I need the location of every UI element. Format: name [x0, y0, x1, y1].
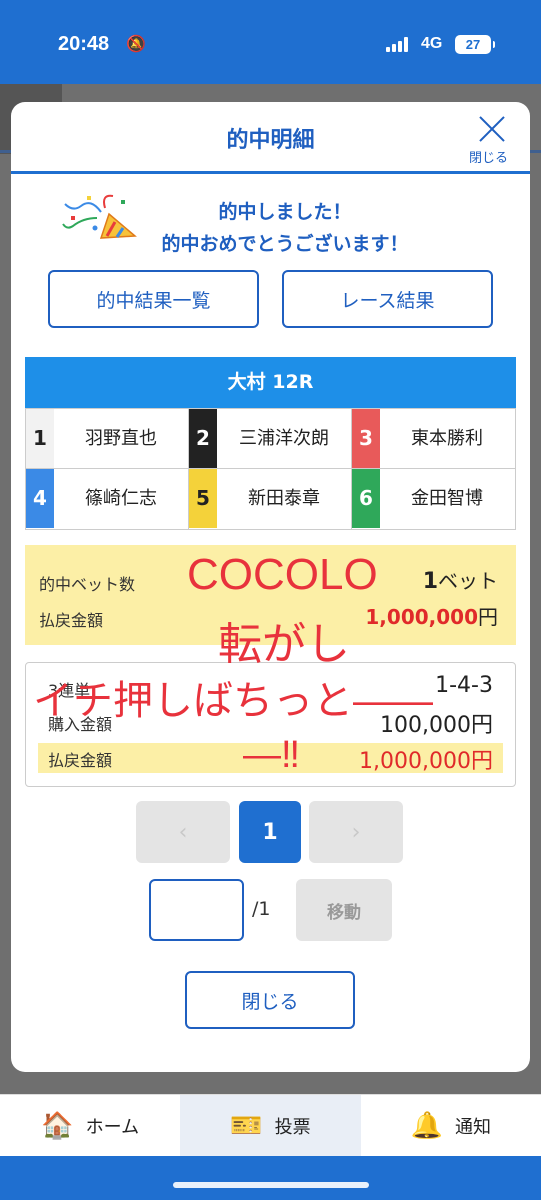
nav-home-label: ホーム: [85, 1116, 140, 1138]
close-label[interactable]: 閉じる: [469, 147, 508, 166]
current-page-button[interactable]: 1: [239, 801, 301, 863]
payout-amount: 1,000,000: [365, 605, 478, 629]
overlay-text-line2: 転がし: [218, 620, 350, 669]
hit-bets-unit: ベット: [438, 569, 498, 593]
racer-entry: 6 金田智博: [352, 469, 515, 529]
racer-name: 新田泰章: [248, 488, 320, 509]
hit-detail-modal: 的中明細 閉じる 的中しました！ 的中おめでとうございます！ 的中結果一覧 レー…: [11, 102, 530, 1072]
congrats-submessage: 的中おめでとうございます！: [161, 233, 409, 255]
payout-value: 1,000,000円: [365, 601, 498, 630]
overlay-text-line3: イチ押しばちっと――: [33, 679, 433, 723]
lane-number: 4: [26, 469, 54, 528]
hit-results-list-button[interactable]: 的中結果一覧: [48, 270, 259, 328]
modal-header: 的中明細 閉じる: [11, 102, 530, 174]
bottom-nav: 🏠 ホーム 🎫 投票 🔔 通知: [0, 1094, 541, 1156]
nav-notifications-label: 通知: [455, 1116, 491, 1138]
overlay-text-line4: ―‼: [243, 734, 300, 776]
hit-bets-label: 的中ベット数: [39, 575, 136, 594]
status-time: 20:48: [58, 33, 110, 55]
congrats-message: 的中しました！: [218, 201, 352, 223]
lane-number: 6: [352, 469, 380, 528]
racer-entry: 5 新田泰章: [189, 469, 352, 529]
overlay-text-line1: COCOLO: [187, 550, 378, 599]
hit-bets-value: 1ベット: [423, 565, 498, 594]
payout-unit: 円: [478, 605, 498, 629]
nav-home[interactable]: 🏠 ホーム: [0, 1095, 180, 1156]
racer-name: 篠崎仁志: [85, 488, 157, 509]
battery-icon: 27: [455, 35, 495, 54]
bet-combination: 1-4-3: [435, 673, 493, 698]
ticket-icon: 🎫: [230, 1110, 263, 1141]
party-popper-icon: [62, 194, 137, 239]
racer-entry: 2 三浦洋次朗: [189, 409, 352, 469]
network-type: 4G: [421, 35, 443, 52]
home-icon: 🏠: [41, 1110, 74, 1141]
prev-page-button[interactable]: ‹: [136, 801, 230, 863]
racer-entries: 1 羽野直也 2 三浦洋次朗 3 東本勝利 4 篠崎仁志 5 新田泰章 6 金田智博: [25, 408, 516, 530]
modal-title: 的中明細: [226, 128, 315, 153]
lane-number: 1: [26, 409, 54, 468]
lane-number: 2: [189, 409, 217, 468]
silent-bell-icon: 🔕: [126, 34, 146, 53]
home-bar: [0, 1156, 541, 1200]
racer-name: 金田智博: [411, 488, 483, 509]
nav-notifications[interactable]: 🔔 通知: [361, 1095, 541, 1156]
hit-bets-count: 1: [422, 569, 438, 594]
page-total: /1: [252, 898, 271, 920]
status-bar: 20:48 🔕 4G 27: [0, 0, 541, 84]
racer-name: 羽野直也: [85, 428, 157, 449]
racer-entry: 3 東本勝利: [352, 409, 515, 469]
racer-name: 三浦洋次朗: [239, 428, 329, 449]
detail-payout-label: 払戻金額: [48, 751, 113, 770]
signal-icon: [386, 36, 412, 52]
bell-icon: 🔔: [410, 1110, 443, 1141]
payout-label: 払戻金額: [39, 611, 104, 630]
detail-payout-value: 1,000,000円: [359, 749, 493, 774]
racer-name: 東本勝利: [411, 428, 483, 449]
racer-entry: 4 篠崎仁志: [26, 469, 189, 529]
race-title: 大村 12R: [25, 357, 516, 408]
race-results-button[interactable]: レース結果: [282, 270, 493, 328]
next-page-button[interactable]: ›: [309, 801, 403, 863]
nav-vote[interactable]: 🎫 投票: [180, 1095, 361, 1156]
nav-vote-label: 投票: [274, 1116, 311, 1138]
lane-number: 5: [189, 469, 217, 528]
lane-number: 3: [352, 409, 380, 468]
close-icon[interactable]: [477, 114, 507, 144]
page-number-input[interactable]: [149, 879, 244, 941]
home-indicator[interactable]: [173, 1182, 369, 1188]
go-page-button[interactable]: 移動: [296, 879, 392, 941]
racer-entry: 1 羽野直也: [26, 409, 189, 469]
close-button[interactable]: 閉じる: [185, 971, 355, 1029]
